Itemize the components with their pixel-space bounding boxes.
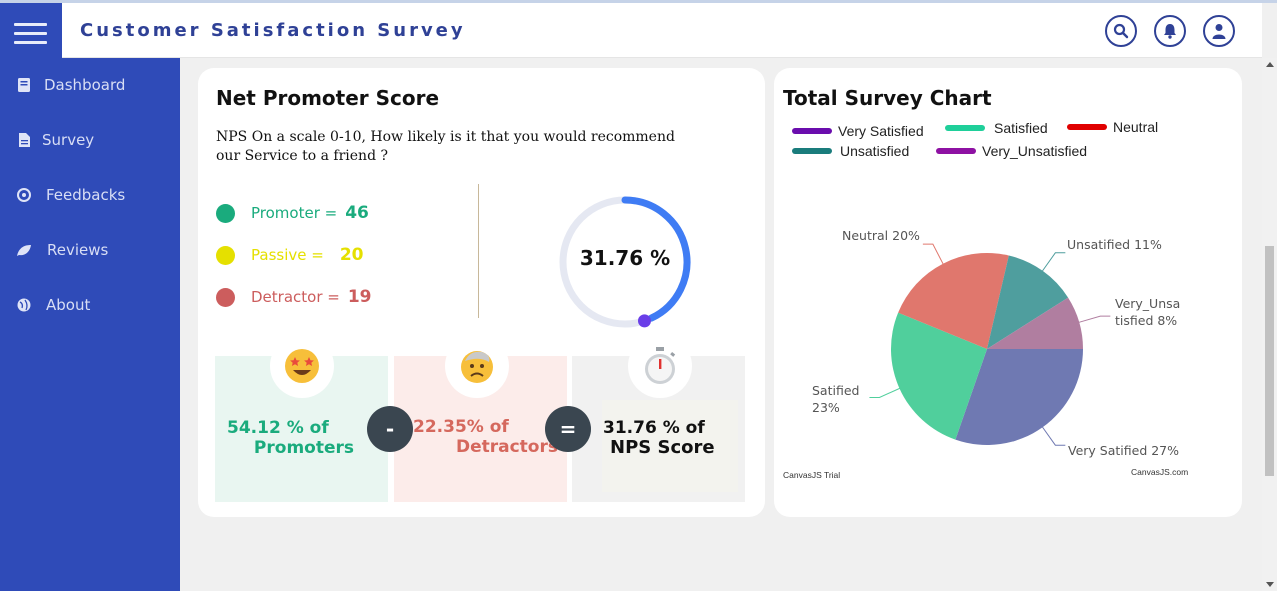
sidebar: Dashboard Survey Feedbacks Reviews About [0,3,180,591]
nps-score-percent: 31.76 % of NPS Score [600,418,740,458]
user-icon [1212,24,1226,39]
survey-chart-card: Total Survey Chart Very Satisfied Satisf… [774,68,1242,517]
sidebar-item-label: About [46,296,91,314]
sidebar-item-label: Survey [42,131,95,149]
sidebar-item-label: Reviews [47,241,109,259]
detractor-stat: Detractor = 19 [216,285,372,309]
detractors-percent: 22.35% of Detractors [402,417,562,457]
pie-leader-line [1077,315,1111,324]
globe-icon [16,297,32,313]
page-scrollbar[interactable] [1262,58,1277,591]
scroll-thumb[interactable] [1265,246,1274,476]
stopwatch-icon [628,334,692,398]
sidebar-item-about[interactable]: About [0,290,180,320]
main-content: Net Promoter Score NPS On a scale 0-10, … [180,58,1262,591]
pie-leader-line [922,243,945,266]
scroll-down-arrow-icon[interactable] [1266,582,1274,587]
sidebar-item-label: Feedbacks [46,186,126,204]
feedback-icon [16,187,32,203]
nps-question: NPS On a scale 0-10, How likely is it th… [216,129,675,164]
nps-score-box: 31.76 % of NPS Score [572,334,745,502]
detractor-dot [216,287,235,307]
pie-label-very-unsatisfied: Very_Unsa tisfied 8% [1115,296,1181,328]
user-profile-button[interactable] [1203,15,1235,47]
pie-leader-line [1041,252,1066,273]
file-icon [16,132,32,148]
menu-toggle-icon[interactable] [14,23,47,47]
leaf-icon [16,242,32,258]
search-icon [1113,23,1129,39]
sidebar-item-reviews[interactable]: Reviews [0,235,180,265]
sidebar-item-label: Dashboard [44,76,126,94]
detractors-percent-line1: 22.35% of [413,417,509,437]
pie-label-very-satisfied: Very Satified 27% [1068,443,1180,458]
passive-label: Passive = [251,246,324,264]
detractor-label: Detractor = [251,288,340,306]
nps-score-value: 31.76 % [579,246,671,270]
passive-dot [216,245,235,265]
search-button[interactable] [1105,15,1137,47]
app-title: Customer Satisfaction Survey [80,20,466,41]
nps-card: Net Promoter Score NPS On a scale 0-10, … [198,68,765,517]
bell-icon [1164,24,1176,39]
promoter-dot [216,203,235,223]
minus-operator: - [367,406,413,452]
pie-leader-line [1041,425,1066,446]
equals-operator: = [545,406,591,452]
pie-label-satisfied: Satified 23% [812,383,860,415]
gauge-knob [637,314,651,328]
star-eyes-emoji-icon [270,334,334,398]
worried-face-emoji-icon [445,334,509,398]
nps-score-line2: NPS Score [610,437,715,458]
pie-label-neutral: Neutral 20% [842,228,920,243]
canvasjs-link[interactable]: CanvasJS.com [1131,467,1188,477]
pie-label-unsatisfied: Unsatified 11% [1067,237,1162,252]
dashboard-icon [16,77,32,93]
scroll-up-arrow-icon[interactable] [1266,62,1274,67]
promoter-stat: Promoter = 46 [216,201,369,225]
promoters-box: 54.12 % of Promoters [215,334,388,502]
pie-leader-line [869,387,902,399]
promoter-label: Promoter = [251,204,338,222]
promoter-value: 46 [345,203,369,223]
sidebar-item-feedbacks[interactable]: Feedbacks [0,180,180,210]
top-header: Customer Satisfaction Survey [62,3,1262,58]
sidebar-item-survey[interactable]: Survey [0,125,180,155]
promoters-percent-line1: 54.12 % of [227,418,329,438]
detractors-percent-line2: Detractors [455,437,558,457]
detractors-box: 22.35% of Detractors [394,334,567,502]
nps-score-line1: 31.76 % of [603,418,705,438]
detractor-value: 19 [347,287,372,307]
sidebar-item-dashboard[interactable]: Dashboard [0,70,180,100]
passive-stat: Passive = 20 [216,243,363,267]
stats-divider [478,184,479,318]
notifications-button[interactable] [1154,15,1186,47]
promoters-percent-line2: Promoters [253,438,354,458]
passive-value: 20 [339,245,364,265]
canvasjs-trial-credit: CanvasJS Trial [783,470,841,480]
nps-title: Net Promoter Score [216,86,440,110]
promoters-percent: 54.12 % of Promoters [219,418,384,458]
